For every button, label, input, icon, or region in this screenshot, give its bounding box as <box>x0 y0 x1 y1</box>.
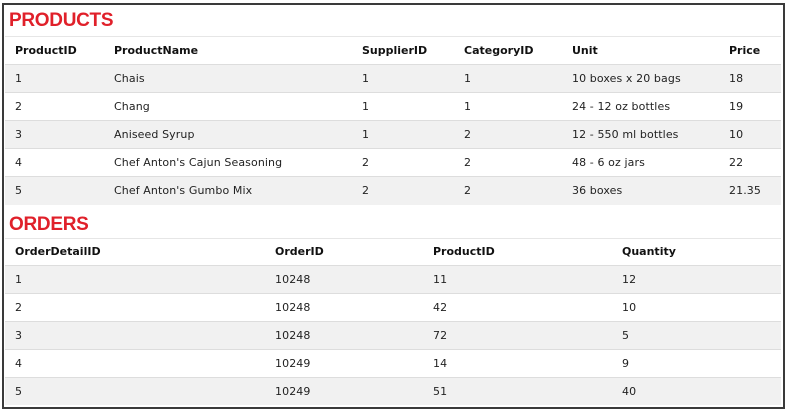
table-cell: 1 <box>362 100 370 113</box>
table-cell: 12 - 550 ml bottles <box>572 128 679 141</box>
products-title: PRODUCTS <box>9 10 114 31</box>
table-cell: 5 <box>15 384 23 398</box>
table-cell: 10248 <box>275 272 311 286</box>
table-cell: 1 <box>15 72 23 85</box>
table-cell: 1 <box>362 128 370 141</box>
products-header-row: ProductID ProductName SupplierID Categor… <box>5 36 781 65</box>
table-cell: 14 <box>433 356 448 370</box>
table-cell: 22 <box>729 156 744 169</box>
table-cell: 10248 <box>275 328 311 342</box>
orders-table: OrderDetailID OrderID ProductID Quantity… <box>5 237 781 405</box>
table-cell: 18 <box>729 72 744 85</box>
table-cell: 4 <box>15 156 23 169</box>
table-row: 3 Aniseed Syrup 1 2 12 - 550 ml bottles … <box>5 120 781 149</box>
table-row: 5 Chef Anton's Gumbo Mix 2 2 36 boxes 21… <box>5 176 781 205</box>
table-row: 1 Chais 1 1 10 boxes x 20 bags 18 <box>5 64 781 93</box>
table-cell: 10 <box>622 300 637 314</box>
table-cell: Chais <box>114 72 145 85</box>
column-header: Price <box>719 36 781 65</box>
table-cell: 2 <box>362 156 370 169</box>
column-header: Quantity <box>612 237 781 265</box>
table-cell: 5 <box>15 184 23 198</box>
table-cell: 10248 <box>275 300 311 314</box>
table-cell: 19 <box>729 100 744 113</box>
table-cell: 2 <box>464 128 472 141</box>
table-cell: 1 <box>464 72 472 85</box>
table-cell: 9 <box>622 356 630 370</box>
table-cell: 42 <box>433 300 448 314</box>
table-row: 4 Chef Anton's Cajun Seasoning 2 2 48 - … <box>5 148 781 177</box>
orders-title: ORDERS <box>9 213 89 235</box>
table-cell: 2 <box>464 156 472 169</box>
page-frame: PRODUCTS ProductID ProductName SupplierI… <box>2 3 785 409</box>
table-cell: Chef Anton's Cajun Seasoning <box>114 156 283 169</box>
table-cell: 3 <box>15 128 23 141</box>
orders-header-row: OrderDetailID OrderID ProductID Quantity <box>5 237 781 265</box>
table-cell: 1 <box>15 272 23 286</box>
table-cell: 1 <box>362 72 370 85</box>
column-header: Unit <box>562 36 719 65</box>
column-header: ProductName <box>104 36 352 65</box>
table-cell: 12 <box>622 272 637 286</box>
table-cell: 2 <box>15 300 23 314</box>
table-cell: 1 <box>464 100 472 113</box>
column-header: OrderID <box>265 237 423 265</box>
table-cell: 4 <box>15 356 23 370</box>
column-header: SupplierID <box>352 36 454 65</box>
table-row: 1 10248 11 12 <box>5 265 781 293</box>
table-cell: 2 <box>362 184 370 198</box>
column-header: OrderDetailID <box>5 237 265 265</box>
column-header: CategoryID <box>454 36 562 65</box>
table-cell: 10249 <box>275 384 311 398</box>
table-cell: 24 - 12 oz bottles <box>572 100 671 113</box>
table-cell: 51 <box>433 384 448 398</box>
column-header: ProductID <box>423 237 612 265</box>
table-cell: 10 boxes x 20 bags <box>572 72 681 85</box>
table-cell: 36 boxes <box>572 184 623 198</box>
table-cell: Chef Anton's Gumbo Mix <box>114 184 253 198</box>
table-cell: 2 <box>464 184 472 198</box>
table-cell: 2 <box>15 100 23 113</box>
table-cell: 40 <box>622 384 637 398</box>
table-row: 4 10249 14 9 <box>5 349 781 377</box>
table-row: 3 10248 72 5 <box>5 321 781 349</box>
table-cell: 72 <box>433 328 448 342</box>
table-cell: 10249 <box>275 356 311 370</box>
table-cell: 21.35 <box>729 184 761 198</box>
table-cell: Chang <box>114 100 150 113</box>
column-header: ProductID <box>5 36 104 65</box>
table-cell: 5 <box>622 328 630 342</box>
table-row: 5 10249 51 40 <box>5 377 781 405</box>
table-cell: 10 <box>729 128 744 141</box>
table-row: 2 10248 42 10 <box>5 293 781 321</box>
table-cell: 11 <box>433 272 448 286</box>
table-cell: 48 - 6 oz jars <box>572 156 645 169</box>
products-table: ProductID ProductName SupplierID Categor… <box>5 36 781 205</box>
table-cell: Aniseed Syrup <box>114 128 195 141</box>
table-row: 2 Chang 1 1 24 - 12 oz bottles 19 <box>5 92 781 121</box>
table-cell: 3 <box>15 328 23 342</box>
